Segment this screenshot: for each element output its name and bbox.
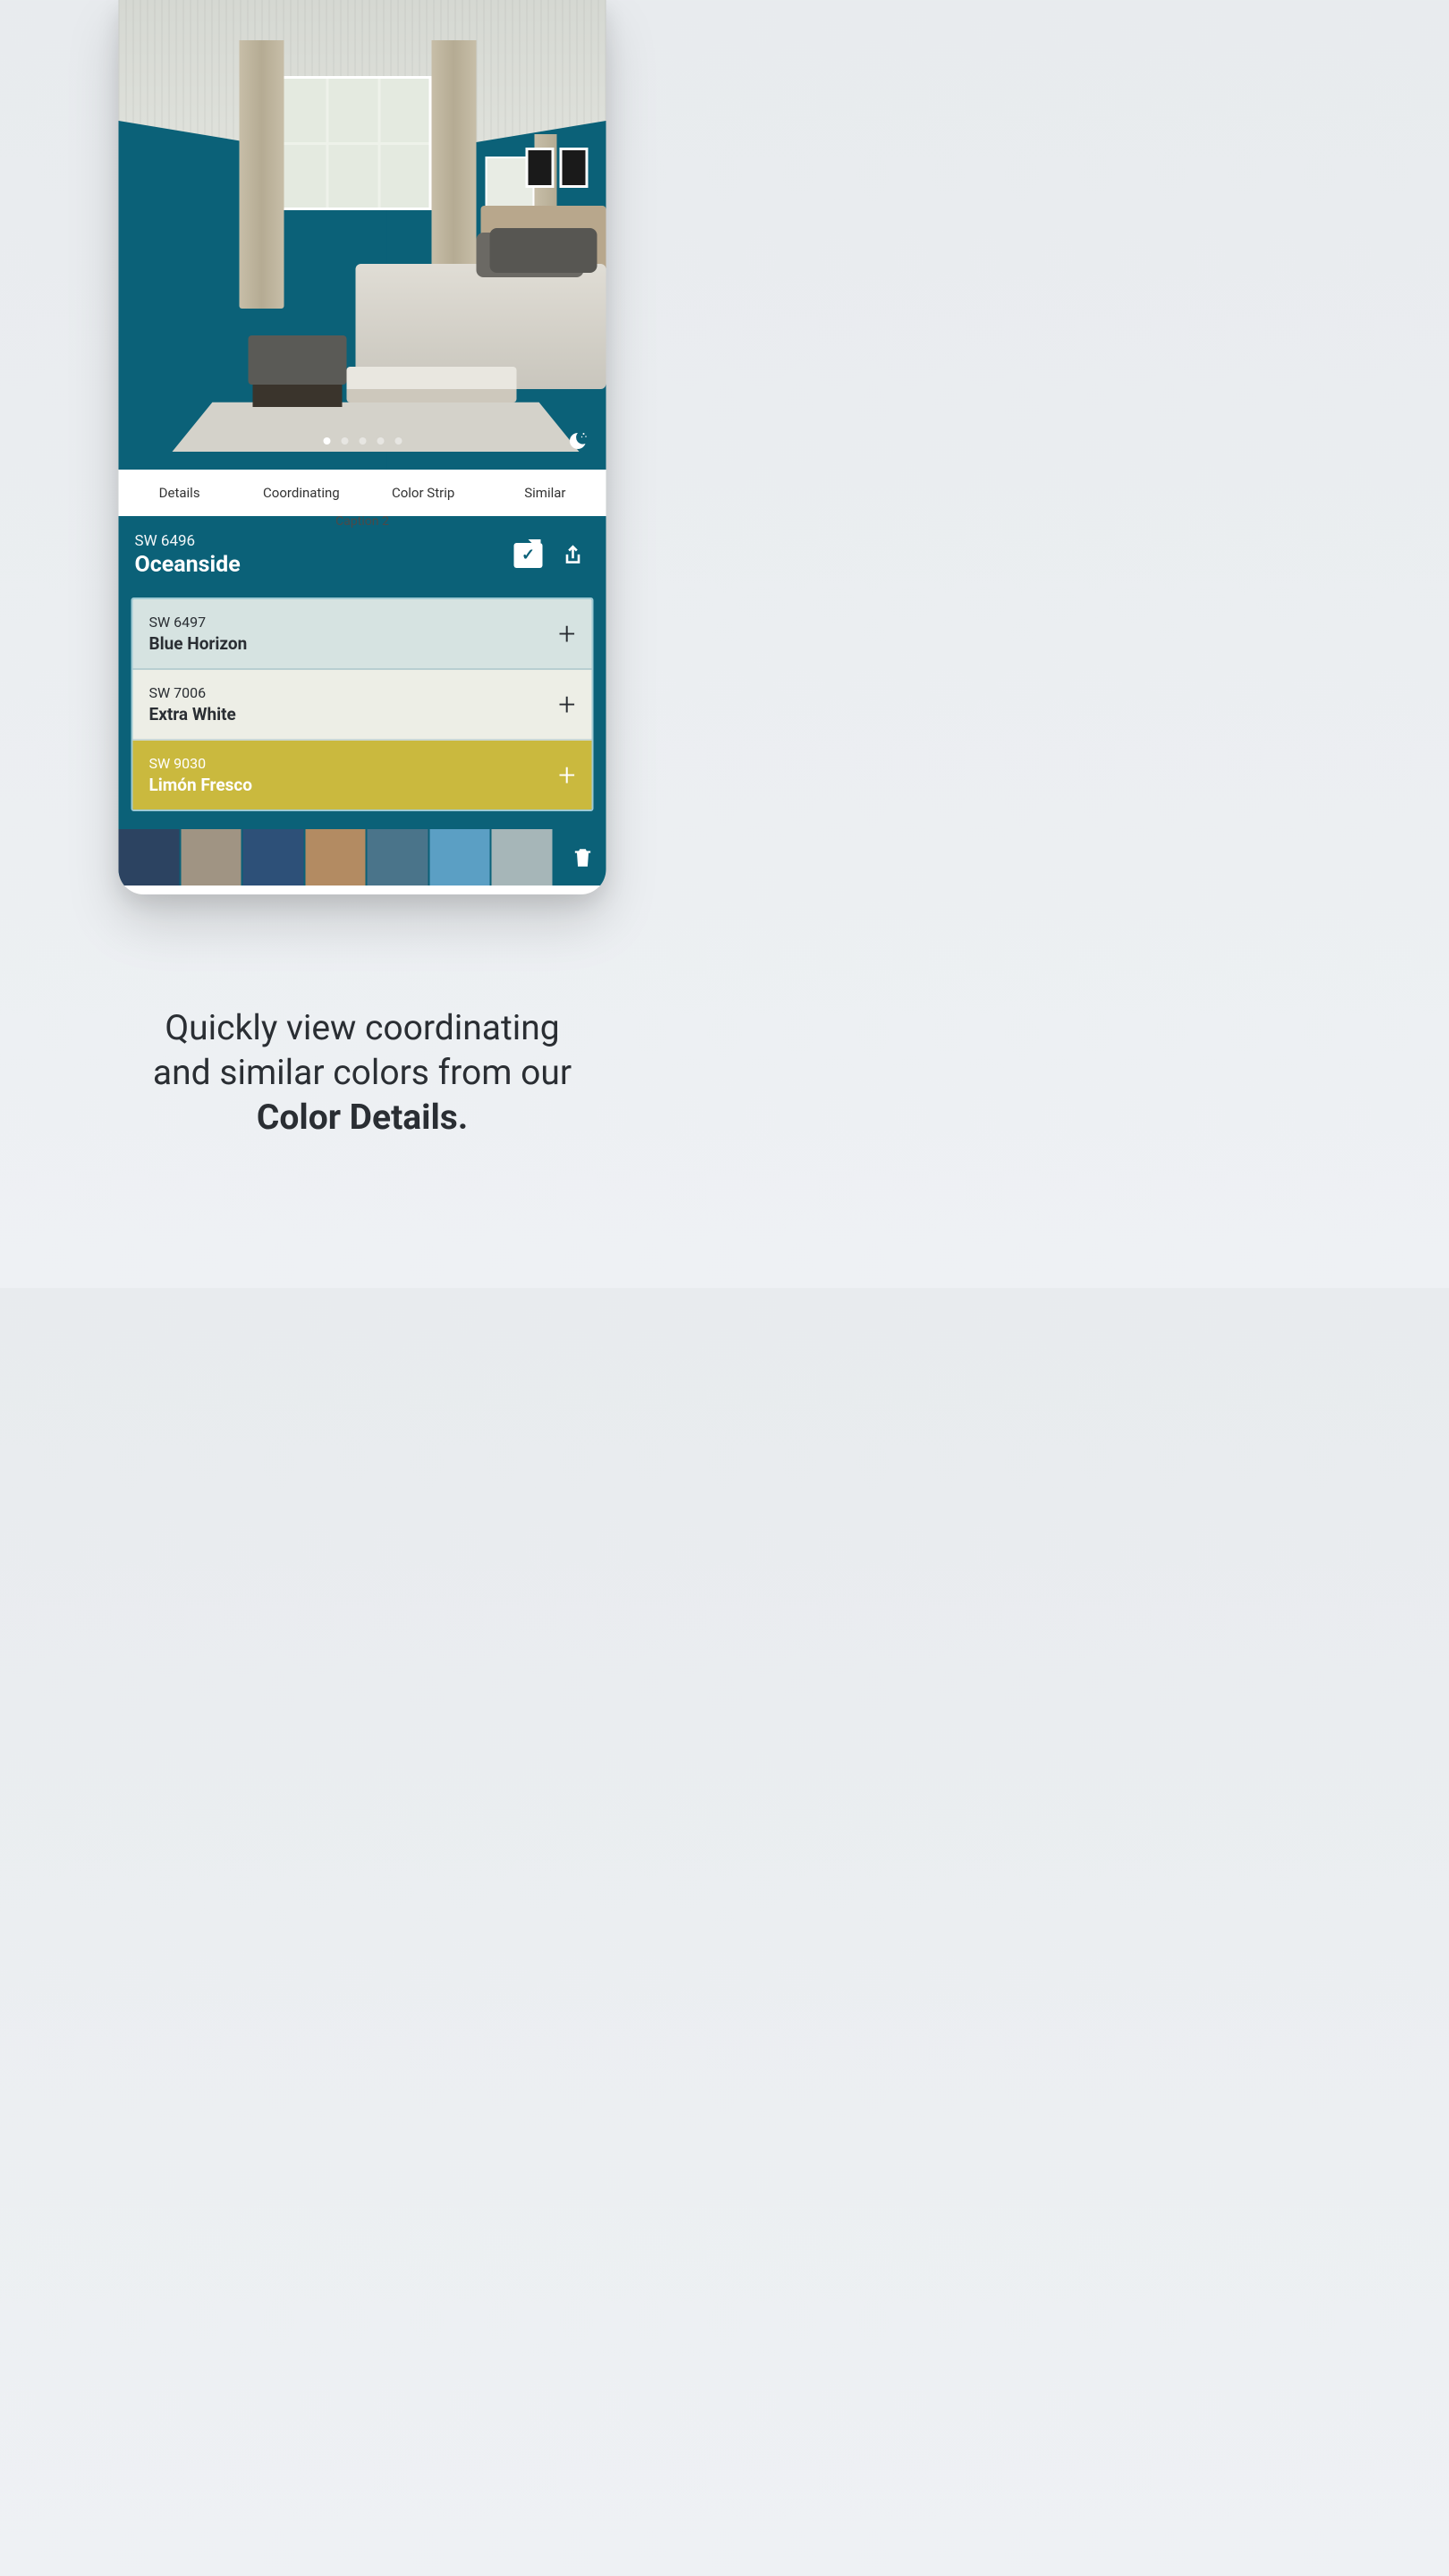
palette-bar (119, 827, 606, 886)
delete-palette-button[interactable] (560, 829, 606, 886)
room-preview-image[interactable] (119, 0, 606, 470)
trash-icon (572, 846, 595, 869)
add-color-icon[interactable]: + (558, 619, 575, 649)
coord-color-code: SW 9030 (149, 755, 559, 772)
current-color-name: Oceanside (135, 552, 501, 578)
coord-color-name: Blue Horizon (149, 633, 559, 654)
carousel-dot[interactable] (341, 437, 348, 445)
palette-swatch[interactable] (119, 829, 180, 886)
checkmark-icon: ✓ (521, 546, 535, 564)
tab-similar[interactable]: Similar (484, 472, 606, 513)
carousel-dot[interactable] (359, 437, 366, 445)
coord-color-code: SW 7006 (149, 684, 559, 701)
share-button[interactable] (556, 538, 590, 572)
caption-label: Caption 2 (335, 514, 389, 529)
promo-heading: Quickly view coordinating and similar co… (0, 1006, 724, 1140)
night-mode-icon[interactable] (567, 430, 589, 452)
share-icon (562, 544, 585, 567)
carousel-dot[interactable] (377, 437, 384, 445)
coordinating-colors-section: SW 6497 Blue Horizon + SW 7006 Extra Whi… (119, 597, 606, 827)
palette-swatch[interactable] (368, 829, 428, 886)
palette-swatch[interactable] (305, 829, 366, 886)
carousel-indicator[interactable] (323, 437, 402, 445)
phone-frame: DetailsCoordinatingColor StripSimilar Ca… (119, 0, 606, 894)
coord-color-code: SW 6497 (149, 614, 559, 631)
coordinating-color-row[interactable]: SW 6497 Blue Horizon + (133, 599, 592, 670)
save-to-folder-button[interactable]: ✓ (512, 538, 546, 572)
add-color-icon[interactable]: + (558, 760, 575, 791)
tab-color-strip[interactable]: Color Strip (362, 472, 484, 513)
palette-swatch[interactable] (492, 829, 553, 886)
current-color-code: SW 6496 (135, 532, 501, 550)
coordinating-color-row[interactable]: SW 7006 Extra White + (133, 670, 592, 741)
palette-swatch[interactable] (243, 829, 304, 886)
coord-color-name: Extra White (149, 704, 559, 724)
carousel-dot[interactable] (394, 437, 402, 445)
tab-details[interactable]: Details (119, 472, 241, 513)
carousel-dot[interactable] (323, 437, 330, 445)
add-color-icon[interactable]: + (558, 690, 575, 720)
coord-color-name: Limón Fresco (149, 775, 559, 795)
palette-swatch[interactable] (429, 829, 490, 886)
tab-coordinating[interactable]: Coordinating (241, 472, 362, 513)
color-tabs: DetailsCoordinatingColor StripSimilar (119, 470, 606, 516)
coordinating-color-row[interactable]: SW 9030 Limón Fresco + (133, 741, 592, 809)
palette-swatch[interactable] (181, 829, 242, 886)
